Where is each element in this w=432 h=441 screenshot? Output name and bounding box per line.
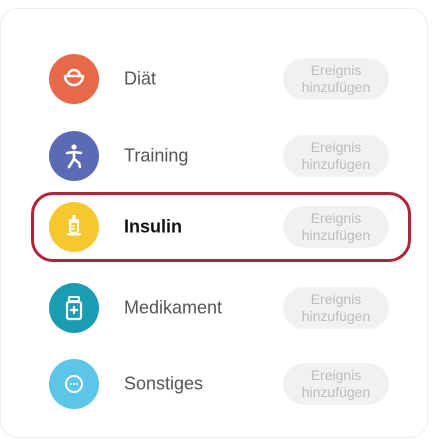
pill-bottle-icon xyxy=(49,283,99,333)
event-label: Training xyxy=(124,145,189,166)
event-label: Diät xyxy=(124,68,157,89)
add-event-button[interactable]: Ereignis hinzufügen xyxy=(283,363,389,405)
chat-bubble-icon xyxy=(49,359,99,409)
add-event-button[interactable]: Ereignis hinzufügen xyxy=(283,58,389,100)
bowl-icon xyxy=(49,54,99,104)
add-event-button[interactable]: Ereignis hinzufügen xyxy=(283,206,389,248)
syringe-icon xyxy=(49,202,99,252)
event-row-sonstiges[interactable]: Sonstiges Ereignis hinzufügen xyxy=(31,349,411,419)
event-label: Insulin xyxy=(124,216,182,237)
event-row-insulin[interactable]: Insulin Ereignis hinzufügen xyxy=(31,192,411,262)
event-label: Sonstiges xyxy=(124,373,204,394)
runner-icon xyxy=(49,131,99,181)
event-type-panel: Diät Ereignis hinzufügen Training Ereign… xyxy=(0,8,428,438)
event-row-diaet[interactable]: Diät Ereignis hinzufügen xyxy=(31,44,411,114)
add-event-button[interactable]: Ereignis hinzufügen xyxy=(283,135,389,177)
event-row-medikament[interactable]: Medikament Ereignis hinzufügen xyxy=(31,273,411,343)
event-row-training[interactable]: Training Ereignis hinzufügen xyxy=(31,121,411,191)
event-label: Medikament xyxy=(124,297,223,318)
add-event-button[interactable]: Ereignis hinzufügen xyxy=(283,287,389,329)
